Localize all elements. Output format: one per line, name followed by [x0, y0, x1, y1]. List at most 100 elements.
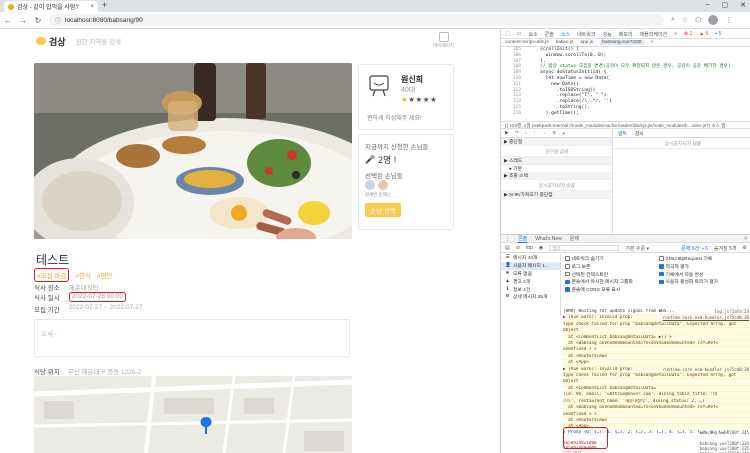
thread-main[interactable]: ● 기본	[501, 165, 612, 172]
checkbox[interactable]	[565, 256, 570, 261]
selected-guest-names: 원세빈 민재는	[365, 192, 392, 197]
site-logo[interactable]: 검상	[36, 35, 66, 48]
tag-status[interactable]: #모집 마감	[34, 268, 70, 282]
step-out-icon[interactable]: ↑	[533, 131, 535, 136]
forward-icon[interactable]: →	[19, 16, 27, 25]
checkbox[interactable]	[565, 279, 570, 285]
reload-icon[interactable]: ↻	[34, 16, 42, 25]
checkbox[interactable]	[565, 287, 570, 292]
checkbox[interactable]	[659, 256, 664, 261]
console-setting-option[interactable]: 선택된 컨텍스트만	[565, 271, 608, 278]
tab-scope[interactable]: 범위	[618, 130, 627, 137]
issues-count[interactable]: 문제 6건: ▪ 6	[681, 245, 708, 252]
device-icon[interactable]: ▭	[517, 31, 522, 37]
console-setting-option[interactable]: XMLHttpRequest 기록	[659, 255, 712, 262]
code-editor[interactable]: 105 scrollInit() {106 window.scrollTo(0,…	[501, 47, 750, 119]
close-file-icon[interactable]: ×	[651, 40, 654, 45]
inspect-icon[interactable]: ⬚	[505, 31, 510, 37]
deactivate-breakpoints-icon[interactable]: ⊘	[552, 131, 556, 136]
step-into-icon[interactable]: ↓	[525, 131, 527, 136]
settings-gear-icon[interactable]: ⚙	[743, 245, 747, 251]
tab-close-icon[interactable]: ×	[90, 4, 94, 10]
warning-badge[interactable]: ▲ 6	[699, 31, 708, 37]
select-guest-button[interactable]: 손님 선택	[365, 203, 401, 217]
step-over-icon[interactable]: ↷	[515, 131, 519, 136]
url-field[interactable]: ⓘ localhost:8080/babsang/90	[49, 14, 664, 26]
log-level-select[interactable]: 기본 수준 ▾	[625, 245, 649, 252]
mypage-button[interactable]: 마이페이지	[433, 32, 454, 49]
step-icon[interactable]: →	[542, 131, 547, 136]
callstack-section[interactable]: ▶ 호출 스택	[501, 172, 612, 180]
drawer-tab-whats-new[interactable]: What's New	[535, 236, 562, 242]
console-message-text: undefined > >	[563, 411, 597, 417]
tab-console[interactable]: 콘솔	[545, 31, 554, 38]
browser-tab[interactable]: 검상 - 같이 밥먹을 사람? ×	[4, 1, 98, 12]
minimize-button[interactable]: –	[706, 1, 710, 9]
checkbox[interactable]	[659, 264, 664, 269]
checkbox[interactable]	[659, 279, 664, 285]
info-icon[interactable]: ⓘ	[55, 16, 61, 25]
menu-icon[interactable]: ⋮	[725, 16, 732, 24]
tab-sources[interactable]: 소스	[561, 31, 570, 38]
console-setting-option[interactable]: 콘솔에 CORS 오류 표시	[565, 286, 620, 293]
zoom-icon[interactable]: ⌕	[671, 16, 675, 24]
console-setting-option[interactable]: 콘솔에서 유사한 메시지 그룹화	[565, 278, 633, 285]
breakpoints-section[interactable]: ▶ 중단점	[501, 138, 612, 146]
console-setting-option[interactable]: 사용자 활성화 트리거 평가	[659, 278, 718, 285]
drawer-menu-icon[interactable]: ⋮	[505, 236, 510, 242]
back-icon[interactable]: ←	[4, 16, 12, 25]
line-number[interactable]: 116	[505, 111, 521, 117]
tab-watch[interactable]: 감시	[635, 130, 644, 137]
clear-console-icon[interactable]: ⊘	[516, 245, 520, 251]
drawer-close-icon[interactable]: ×	[744, 236, 747, 242]
tab-performance[interactable]: 성능	[602, 31, 611, 38]
sidebar-toggle-icon[interactable]: ▤	[505, 245, 510, 251]
maximize-button[interactable]: ▢	[722, 1, 729, 9]
xhr-breakpoints-section[interactable]: ▶ XHR/가져오기 중단점	[501, 191, 612, 199]
file-tab[interactable]: app.js	[580, 40, 593, 45]
eye-icon[interactable]: ◉	[539, 245, 543, 251]
console-sidebar-item[interactable]: ⚙ 상세 메시지 35개	[501, 293, 560, 301]
console-setting-option[interactable]: 기록에서 자동 완성	[659, 271, 703, 278]
tab-elements[interactable]: 요소	[528, 31, 537, 38]
extensions-icon[interactable]: ⬡	[695, 16, 701, 24]
tag-category[interactable]: #한식	[75, 270, 91, 280]
console-sidebar-item[interactable]: 👤 사용자 메시지 1...	[501, 261, 560, 270]
error-badge[interactable]: ⊗ 1	[684, 31, 692, 37]
profile-avatar[interactable]	[708, 15, 719, 25]
console-sidebar-item[interactable]: ℹ 정보 4건	[501, 285, 560, 293]
drawer-tab-issues[interactable]: 문제	[570, 235, 579, 242]
star-icon[interactable]: ☆	[682, 16, 688, 24]
avatar[interactable]	[365, 180, 375, 190]
console-setting-option[interactable]: 네트워크 숨기기	[565, 255, 604, 262]
avatar[interactable]	[378, 180, 388, 190]
info-badge[interactable]: ▪ 5	[715, 31, 721, 37]
console-setting-option[interactable]: 적극적 평가	[659, 263, 689, 270]
checkbox[interactable]	[659, 271, 664, 277]
tag-mood[interactable]: #편안	[97, 270, 113, 280]
close-window-button[interactable]: ✕	[740, 1, 746, 9]
checkbox[interactable]	[565, 271, 570, 277]
console-sidebar-item[interactable]: ☰ 메시지 44개	[501, 254, 560, 262]
checkbox[interactable]	[565, 264, 570, 269]
file-tab[interactable]: content-script-utils.js	[505, 40, 549, 45]
console-sidebar-item[interactable]: ▲ 경고 2개	[501, 277, 560, 285]
pause-exceptions-icon[interactable]: ⏸	[562, 131, 564, 137]
tab-application[interactable]: 애플리케이션	[640, 31, 668, 38]
threads-section[interactable]: ▶ 스레드	[501, 157, 612, 165]
console-sidebar-item[interactable]: ⊗ 오류 없음	[501, 270, 560, 278]
file-tab-active[interactable]: babsang.vue?280f	[600, 40, 644, 45]
more-tabs-icon[interactable]: »	[674, 31, 677, 37]
drawer-tab-console[interactable]: 콘솔	[518, 235, 528, 243]
tab-memory[interactable]: 메모리	[619, 31, 633, 38]
context-select[interactable]: top	[526, 245, 533, 251]
kakao-map[interactable]	[34, 376, 352, 453]
console-message-text: at <RouterView>	[563, 353, 607, 359]
header-search-input[interactable]: 원한 지역을 검색	[76, 36, 121, 46]
console-setting-option[interactable]: 로그 보존	[565, 263, 591, 270]
new-tab-button[interactable]: +	[102, 0, 107, 10]
tab-network[interactable]: 네트워크	[577, 31, 595, 38]
file-tab[interactable]: kakao.js	[556, 40, 574, 45]
console-filter-input[interactable]: 필터	[549, 245, 620, 251]
resume-icon[interactable]: ▶	[505, 131, 509, 136]
